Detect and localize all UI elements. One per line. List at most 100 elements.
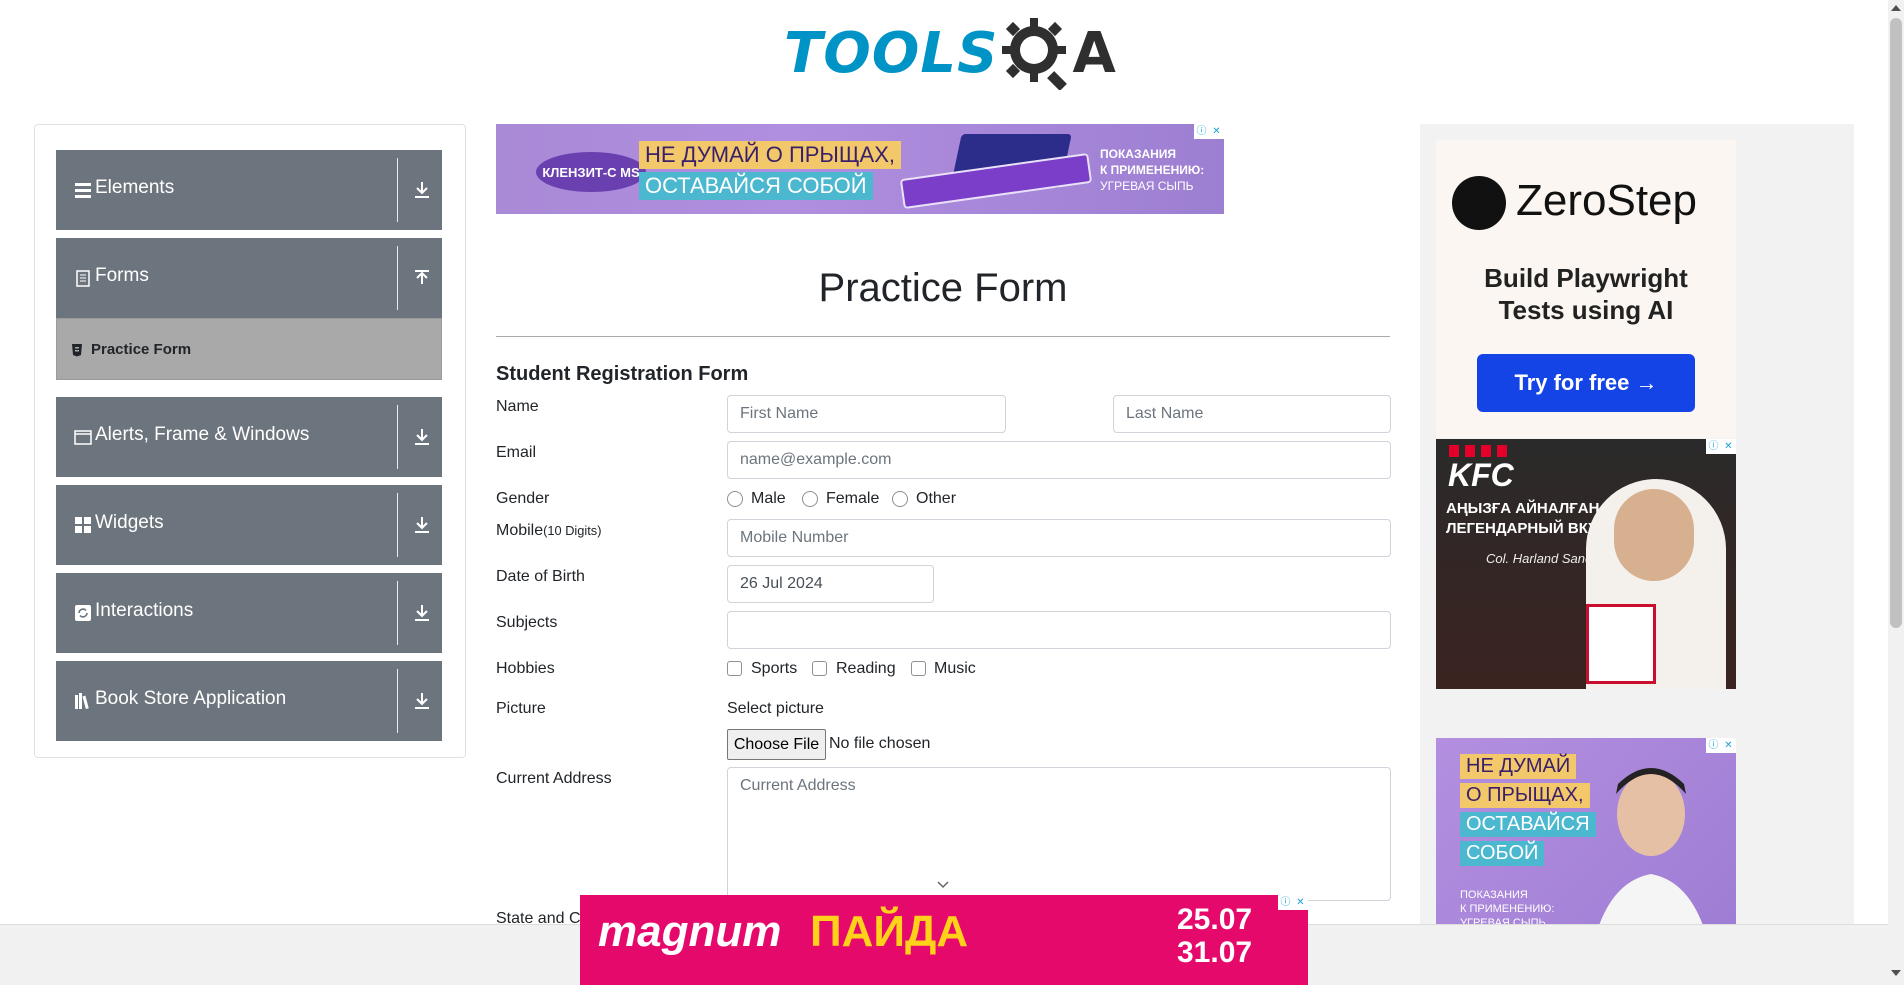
zerostep-tag-line: Tests using AI — [1498, 295, 1674, 325]
form-subtitle: Student Registration Form — [496, 363, 749, 385]
toolsqa-logo[interactable]: TOOLS A — [784, 16, 1116, 90]
sidebar-group-widgets[interactable]: Widgets — [56, 485, 442, 565]
kfc-ad[interactable]: KFC АҢЫЗҒА АЙНАЛҒАН ДӘМ ЛЕГЕНДАРНЫЙ ВКУС… — [1436, 439, 1736, 689]
gender-radio-female[interactable] — [802, 491, 818, 507]
sidebar-group-alerts[interactable]: Alerts, Frame & Windows — [56, 397, 442, 477]
sidebar-group-label: Forms — [95, 265, 149, 286]
ad-info-icon[interactable]: ⓘ — [1706, 439, 1721, 454]
page-scrollbar[interactable] — [1888, 0, 1904, 985]
page: TOOLS A Elements Forms Practice Form Ale… — [0, 0, 1904, 985]
ad-info-icon[interactable]: ⓘ — [1194, 124, 1209, 139]
hobbies-label: Hobbies — [496, 660, 555, 677]
gear-magnifier-icon — [1002, 18, 1068, 90]
divider — [397, 493, 398, 557]
ad-choices-badge[interactable]: ⓘ ✕ — [1706, 738, 1736, 753]
kfc-brand: KFC — [1448, 457, 1514, 493]
ad-info-icon[interactable]: ⓘ — [1706, 738, 1721, 753]
zerostep-tagline: Build Playwright Tests using AI — [1436, 262, 1736, 326]
mobile-input[interactable]: Mobile Number — [727, 519, 1391, 557]
hobby-checkbox-reading[interactable] — [812, 661, 827, 676]
choose-file-button[interactable]: Choose File — [727, 729, 826, 760]
sidebar-group-forms[interactable]: Forms — [56, 238, 442, 318]
magnum-dates: 25.07 31.07 — [1177, 903, 1252, 969]
hobby-option-label[interactable]: Reading — [836, 660, 896, 678]
ad-brand: КЛЕНЗИТ-С MS — [536, 152, 646, 192]
colonel-face-image — [1614, 489, 1694, 581]
download-icon — [415, 182, 429, 198]
gender-radio-other[interactable] — [892, 491, 908, 507]
scrollbar-thumb[interactable] — [1890, 18, 1902, 628]
email-input[interactable]: name@example.com — [727, 441, 1391, 479]
first-name-input[interactable]: First Name — [727, 395, 1006, 433]
mobile-hint: (10 Digits) — [543, 523, 602, 538]
ad-word: НЕ ДУМАЙ — [1460, 754, 1577, 779]
hobby-checkbox-music[interactable] — [911, 661, 926, 676]
dob-label: Date of Birth — [496, 568, 585, 585]
ad-close-icon[interactable]: ✕ — [1293, 895, 1308, 910]
menu-icon — [75, 183, 91, 198]
current-address-textarea[interactable]: Current Address — [727, 767, 1391, 901]
hobby-checkbox-sports[interactable] — [727, 661, 742, 676]
scroll-up-icon[interactable] — [1891, 5, 1901, 11]
try-for-free-button[interactable]: Try for free → — [1477, 354, 1695, 412]
download-icon — [415, 517, 429, 533]
ad-choices-badge[interactable]: ⓘ ✕ — [1194, 124, 1224, 139]
hobby-option-label[interactable]: Music — [934, 660, 976, 678]
sidebar-item-practice-form[interactable]: Practice Form — [56, 318, 442, 380]
sidebar-group-book-store[interactable]: Book Store Application — [56, 661, 442, 741]
magnum-date: 25.07 — [1177, 903, 1253, 936]
zerostep-name: ZeroStep — [1516, 176, 1697, 225]
last-name-input[interactable]: Last Name — [1113, 395, 1391, 433]
ad-choices-badge[interactable]: ⓘ ✕ — [1706, 439, 1736, 454]
ad-info-icon[interactable]: ⓘ — [1278, 895, 1293, 910]
chicken-bucket-image — [1586, 604, 1656, 684]
zerostep-ad[interactable]: ZeroStep Build Playwright Tests using AI… — [1436, 140, 1736, 438]
sidebar-group-elements[interactable]: Elements — [56, 150, 442, 230]
sidebar-group-label: Interactions — [95, 600, 194, 621]
address-label: Current Address — [496, 770, 612, 787]
mobile-label-text: Mobile — [496, 522, 544, 539]
ad-side-line: ПОКАЗАНИЯ — [1460, 889, 1528, 901]
banner-ad-top[interactable]: КЛЕНЗИТ-С MS НЕ ДУМАЙ О ПРЫЩАХ, ОСТАВАЙС… — [496, 124, 1224, 214]
ad-headline-2: ОСТАВАЙСЯ СОБОЙ — [639, 172, 873, 200]
page-title: Practice Form — [818, 266, 1068, 310]
zerostep-tag-line: Build Playwright — [1484, 263, 1688, 293]
gender-option-label[interactable]: Male — [751, 490, 786, 508]
kfc-stripes — [1449, 445, 1509, 457]
upload-icon — [415, 270, 429, 284]
download-icon — [415, 605, 429, 621]
ad-close-icon[interactable]: ✕ — [1721, 439, 1736, 454]
gender-radio-male[interactable] — [727, 491, 743, 507]
books-icon — [75, 693, 89, 710]
left-panel: Elements Forms Practice Form Alerts, Fra… — [34, 124, 466, 758]
scroll-down-icon[interactable] — [1891, 970, 1901, 976]
logo-text-tools: TOOLS — [784, 20, 999, 86]
ad-choices-badge[interactable]: ⓘ ✕ — [1278, 895, 1308, 910]
ad-side-line: УГРЕВАЯ СЫПЬ — [1100, 179, 1194, 193]
sidebar-group-interactions[interactable]: Interactions — [56, 573, 442, 653]
mobile-label: Mobile(10 Digits) — [496, 522, 601, 540]
gender-option-label[interactable]: Female — [826, 490, 879, 508]
dob-input[interactable]: 26 Jul 2024 — [727, 565, 934, 603]
magnum-ad[interactable]: magnum ПАЙДА 25.07 31.07 ⓘ ✕ — [580, 895, 1308, 985]
gender-label: Gender — [496, 490, 550, 507]
divider — [397, 669, 398, 733]
gender-option-label[interactable]: Other — [916, 490, 956, 508]
ad-side-line: К ПРИМЕНЕНИЮ: — [1460, 903, 1555, 915]
ad-word: О ПРЫЩАХ, — [1460, 783, 1590, 808]
divider — [397, 405, 398, 469]
ad-word: СОБОЙ — [1460, 841, 1545, 866]
subjects-input[interactable] — [727, 611, 1391, 649]
hobby-option-label[interactable]: Sports — [751, 660, 797, 678]
divider — [397, 246, 398, 310]
picture-label: Picture — [496, 700, 546, 717]
chevron-down-icon — [937, 881, 949, 889]
html-file-icon — [72, 344, 82, 357]
refresh-icon — [75, 605, 91, 621]
grid-icon — [75, 517, 91, 533]
download-icon — [415, 429, 429, 445]
ad-close-icon[interactable]: ✕ — [1209, 124, 1224, 139]
ad-close-icon[interactable]: ✕ — [1721, 738, 1736, 753]
name-label: Name — [496, 398, 539, 415]
select-picture-label: Select picture — [727, 700, 824, 717]
